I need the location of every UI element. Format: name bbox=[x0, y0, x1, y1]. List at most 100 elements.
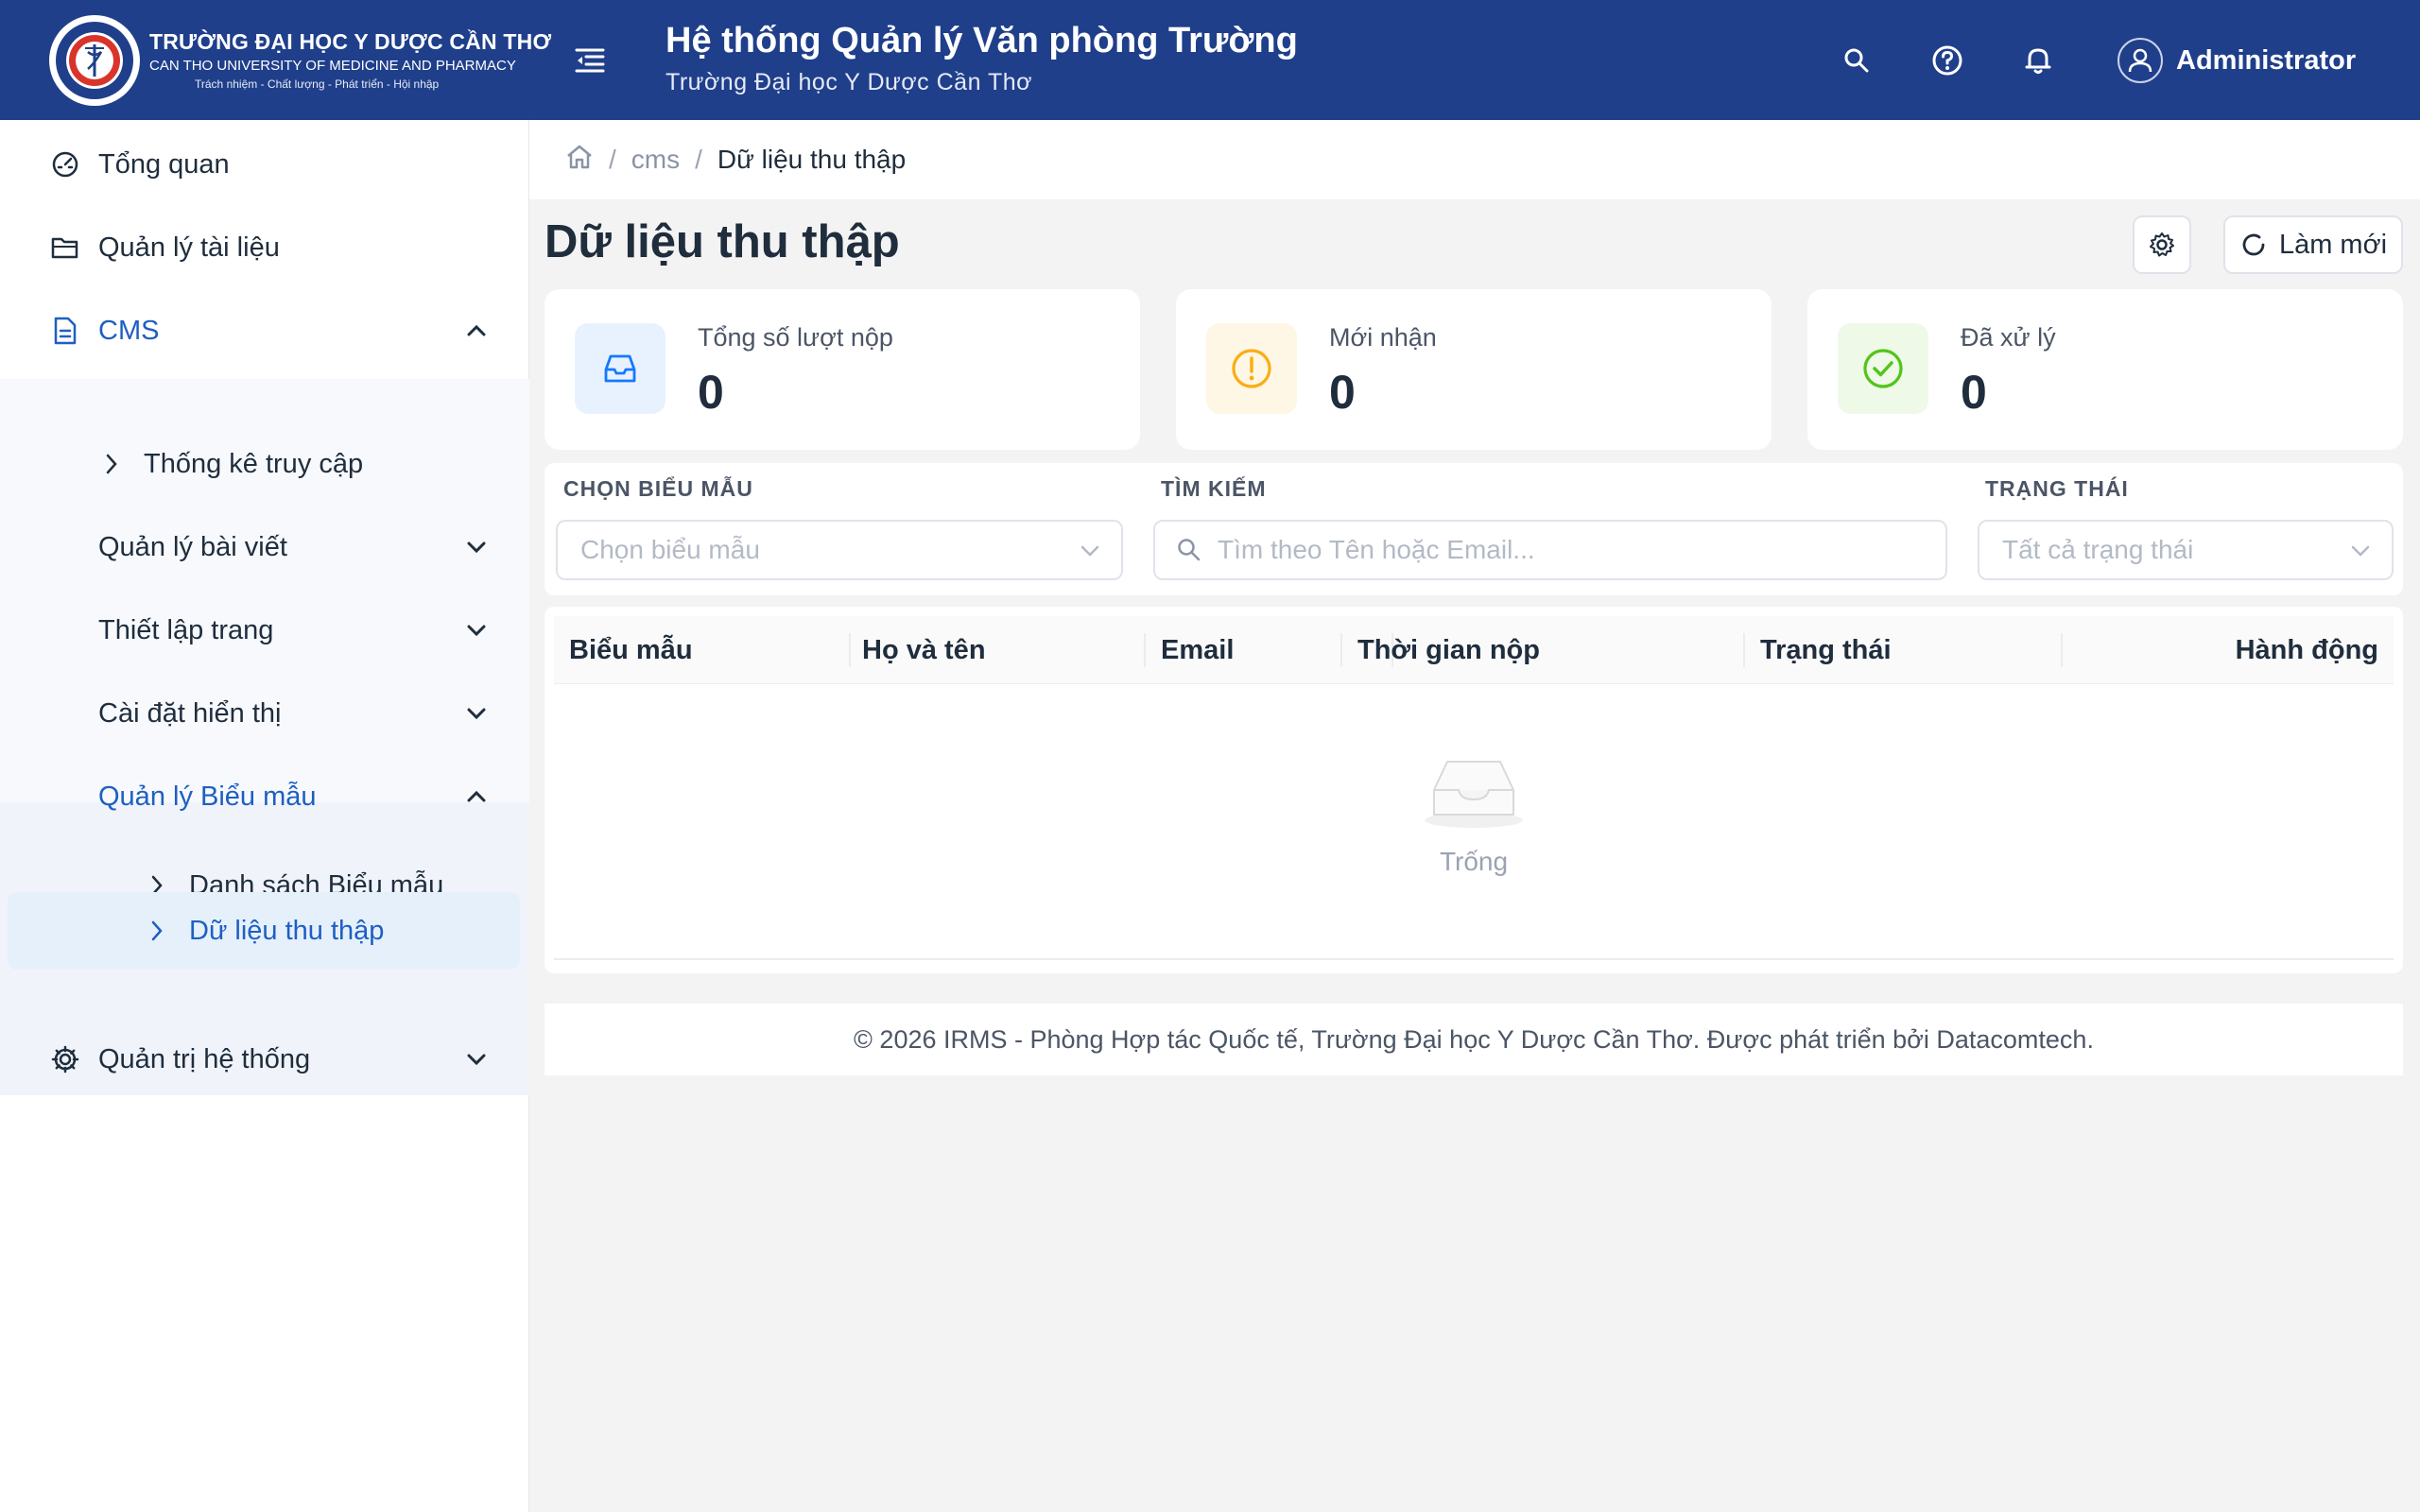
form-select-placeholder: Chọn biểu mẫu bbox=[580, 535, 760, 564]
footer-text: © 2026 IRMS - Phòng Hợp tác Quốc tế, Trư… bbox=[854, 1024, 2094, 1054]
bell-icon bbox=[2025, 48, 2051, 74]
sidebar-item-posts[interactable]: Quản lý bài viết bbox=[0, 506, 529, 589]
sidebar: Tổng quan Quản lý tài liệu CMS Thống kê … bbox=[0, 120, 529, 1512]
logo-line-3: Trách nhiệm - Chất lượng - Phát triển - … bbox=[195, 77, 440, 91]
chevron-right-icon bbox=[151, 920, 163, 941]
chevron-down-icon bbox=[467, 541, 486, 554]
search-label: TÌM KIẾM bbox=[1161, 476, 1267, 501]
exclamation-icon bbox=[1232, 349, 1271, 388]
sidebar-item-forms[interactable]: Quản lý Biểu mẫu bbox=[0, 755, 529, 838]
stat-value: 0 bbox=[1961, 366, 1987, 419]
stat-icon-box bbox=[1838, 323, 1928, 414]
column-header-status[interactable]: Trạng thái bbox=[1760, 616, 1892, 684]
document-icon bbox=[54, 317, 77, 345]
chevron-up-icon bbox=[467, 790, 486, 802]
search-input[interactable]: Tìm theo Tên hoặc Email... bbox=[1153, 520, 1947, 580]
gear-icon bbox=[2150, 232, 2174, 257]
sidebar-item-label: Thống kê truy cập bbox=[144, 448, 364, 479]
help-icon bbox=[1932, 45, 1962, 76]
folder-icon bbox=[51, 237, 78, 259]
column-header-email[interactable]: Email bbox=[1161, 616, 1234, 684]
search-button[interactable] bbox=[1836, 40, 1877, 81]
university-logo[interactable]: TRƯỜNG ĐẠI HỌC Y DƯỢC CẦN THƠ CAN THO UN… bbox=[49, 15, 551, 106]
breadcrumb-current: Dữ liệu thu thập bbox=[717, 145, 907, 174]
sidebar-item-access-stats[interactable]: Thống kê truy cập bbox=[0, 422, 529, 506]
user-icon bbox=[2128, 48, 2152, 73]
menu-fold-icon bbox=[575, 48, 605, 73]
sidebar-item-overview[interactable]: Tổng quan bbox=[0, 123, 529, 206]
column-header-actions: Hành động bbox=[2235, 634, 2378, 665]
dashboard-icon bbox=[52, 151, 78, 178]
sidebar-item-label: Quản trị hệ thống bbox=[98, 1043, 311, 1074]
notifications-button[interactable] bbox=[2017, 40, 2059, 81]
avatar bbox=[2118, 38, 2163, 83]
refresh-label: Làm mới bbox=[2278, 229, 2388, 260]
sidebar-item-label: CMS bbox=[98, 315, 160, 346]
stat-card-processed: Đã xử lý 0 bbox=[1807, 289, 2403, 450]
inbox-icon bbox=[604, 354, 636, 383]
sidebar-item-documents[interactable]: Quản lý tài liệu bbox=[0, 206, 529, 289]
stat-value: 0 bbox=[698, 366, 724, 419]
chevron-down-icon bbox=[2351, 545, 2370, 557]
refresh-button[interactable]: Làm mới bbox=[2223, 215, 2403, 274]
search-icon bbox=[1844, 48, 1869, 73]
search-placeholder: Tìm theo Tên hoặc Email... bbox=[1218, 535, 1535, 564]
sidebar-item-label: Quản lý bài viết bbox=[98, 531, 287, 562]
column-header-form[interactable]: Biểu mẫu bbox=[569, 616, 693, 684]
chevron-down-icon bbox=[467, 708, 486, 720]
search-icon bbox=[1178, 539, 1201, 561]
stat-label: Đã xử lý bbox=[1961, 323, 2056, 352]
sidebar-item-page-setup[interactable]: Thiết lập trang bbox=[0, 589, 529, 672]
breadcrumb: / cms / Dữ liệu thu thập bbox=[529, 120, 2420, 199]
home-link[interactable] bbox=[565, 144, 594, 177]
stat-value: 0 bbox=[1329, 366, 1356, 419]
table-header: Biểu mẫu Họ và tên Email Thời gian nộp T… bbox=[554, 616, 2394, 684]
app-title: Hệ thống Quản lý Văn phòng Trường bbox=[666, 21, 1298, 60]
stat-label: Tổng số lượt nộp bbox=[698, 323, 893, 352]
table-bottom-border bbox=[554, 958, 2394, 960]
status-select-placeholder: Tất cả trạng thái bbox=[2002, 535, 2194, 564]
stat-label: Mới nhận bbox=[1329, 323, 1437, 352]
page-title: Dữ liệu thu thập bbox=[544, 216, 900, 267]
status-select[interactable]: Tất cả trạng thái bbox=[1978, 520, 2394, 580]
status-select-label: TRẠNG THÁI bbox=[1985, 476, 2129, 501]
breadcrumb-separator: / bbox=[695, 145, 702, 174]
sidebar-item-collected-data[interactable]: Dữ liệu thu thập bbox=[8, 892, 520, 970]
footer: © 2026 IRMS - Phòng Hợp tác Quốc tế, Trư… bbox=[544, 1004, 2403, 1075]
help-button[interactable] bbox=[1927, 40, 1968, 81]
chevron-down-icon bbox=[467, 1054, 486, 1066]
settings-button[interactable] bbox=[2133, 215, 2191, 274]
top-header: TRƯỜNG ĐẠI HỌC Y DƯỢC CẦN THƠ CAN THO UN… bbox=[0, 0, 2420, 120]
column-header-submitted-time[interactable]: Thời gian nộp bbox=[1357, 616, 1540, 684]
sidebar-item-label: Quản lý Biểu mẫu bbox=[98, 781, 317, 812]
empty-state: Trống bbox=[544, 748, 2403, 877]
breadcrumb-cms[interactable]: cms bbox=[631, 145, 680, 175]
sidebar-item-label: Thiết lập trang bbox=[98, 614, 274, 645]
chevron-down-icon bbox=[467, 625, 486, 637]
refresh-icon bbox=[2242, 233, 2265, 256]
sidebar-item-label: Quản lý tài liệu bbox=[98, 232, 280, 263]
user-name: Administrator bbox=[2176, 44, 2357, 76]
form-select[interactable]: Chọn biểu mẫu bbox=[556, 520, 1123, 580]
app-subtitle: Trường Đại học Y Dược Cần Thơ bbox=[666, 69, 1033, 95]
sidebar-item-cms[interactable]: CMS bbox=[0, 289, 529, 372]
menu-toggle-button[interactable] bbox=[571, 42, 609, 79]
chevron-up-icon bbox=[467, 324, 486, 336]
stat-card-new: Mới nhận 0 bbox=[1176, 289, 1772, 450]
chevron-right-icon bbox=[106, 454, 117, 474]
sidebar-item-system-admin[interactable]: Quản trị hệ thống bbox=[0, 1018, 529, 1101]
user-menu[interactable]: Administrator bbox=[2118, 36, 2356, 85]
sidebar-item-label: Dữ liệu thu thập bbox=[189, 915, 385, 946]
column-header-name[interactable]: Họ và tên bbox=[862, 616, 986, 684]
logo-line-1: TRƯỜNG ĐẠI HỌC Y DƯỢC CẦN THƠ bbox=[149, 29, 552, 55]
chevron-down-icon bbox=[1080, 545, 1099, 557]
stat-icon-box bbox=[575, 323, 666, 414]
breadcrumb-separator: / bbox=[609, 145, 616, 174]
sidebar-item-label: Tổng quan bbox=[98, 148, 230, 180]
sidebar-item-display-settings[interactable]: Cài đặt hiển thị bbox=[0, 672, 529, 755]
filter-panel: CHỌN BIỂU MẪU Chọn biểu mẫu TÌM KIẾM Tìm… bbox=[544, 463, 2403, 595]
form-select-label: CHỌN BIỂU MẪU bbox=[563, 476, 753, 501]
home-icon bbox=[567, 145, 592, 168]
empty-inbox-icon bbox=[1425, 761, 1523, 828]
logo-emblem-icon bbox=[49, 15, 140, 106]
